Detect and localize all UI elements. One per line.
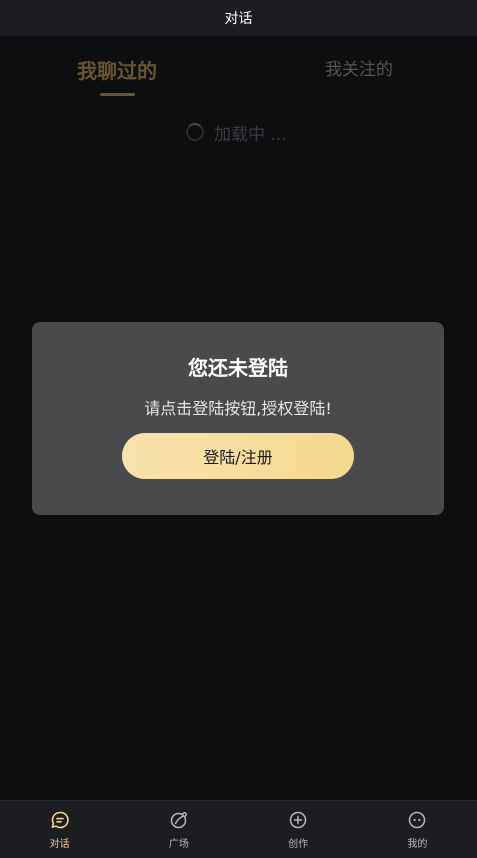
login-register-button[interactable]: 登陆/注册 — [122, 433, 354, 479]
tab-active-indicator — [100, 93, 135, 96]
nav-label-create: 创作 — [288, 839, 309, 850]
bottom-nav: 对话 广场 创作 我的 — [0, 800, 477, 858]
loading-text: 加载中 ... — [214, 124, 287, 145]
nav-label-profile: 我的 — [407, 839, 428, 850]
nav-item-profile[interactable]: 我的 — [358, 801, 477, 858]
app-screen: 对话 我聊过的 我关注的 加载中 ... 您还未登陆 请点击登陆按钮,授权登陆!… — [0, 0, 477, 858]
nav-item-plaza[interactable]: 广场 — [119, 801, 238, 858]
spinner-icon — [186, 123, 204, 141]
plus-circle-icon — [289, 811, 307, 829]
modal-message: 请点击登陆按钮,授权登陆! — [144, 399, 332, 418]
login-modal: 您还未登陆 请点击登陆按钮,授权登陆! 登陆/注册 — [32, 322, 444, 515]
modal-title: 您还未登陆 — [188, 356, 288, 380]
nav-item-create[interactable]: 创作 — [239, 801, 358, 858]
loading-indicator: 加载中 ... — [186, 119, 287, 145]
plaza-icon — [170, 812, 187, 829]
title-bar: 对话 — [0, 0, 477, 36]
page-title: 对话 — [224, 11, 253, 27]
nav-item-chat[interactable]: 对话 — [0, 801, 119, 858]
tab-chatted[interactable]: 我聊过的 — [57, 52, 177, 86]
nav-label-chat: 对话 — [49, 839, 70, 850]
chat-bubble-icon — [51, 811, 69, 829]
profile-face-icon — [409, 811, 426, 829]
nav-label-plaza: 广场 — [168, 839, 189, 850]
tab-following[interactable]: 我关注的 — [299, 50, 419, 84]
